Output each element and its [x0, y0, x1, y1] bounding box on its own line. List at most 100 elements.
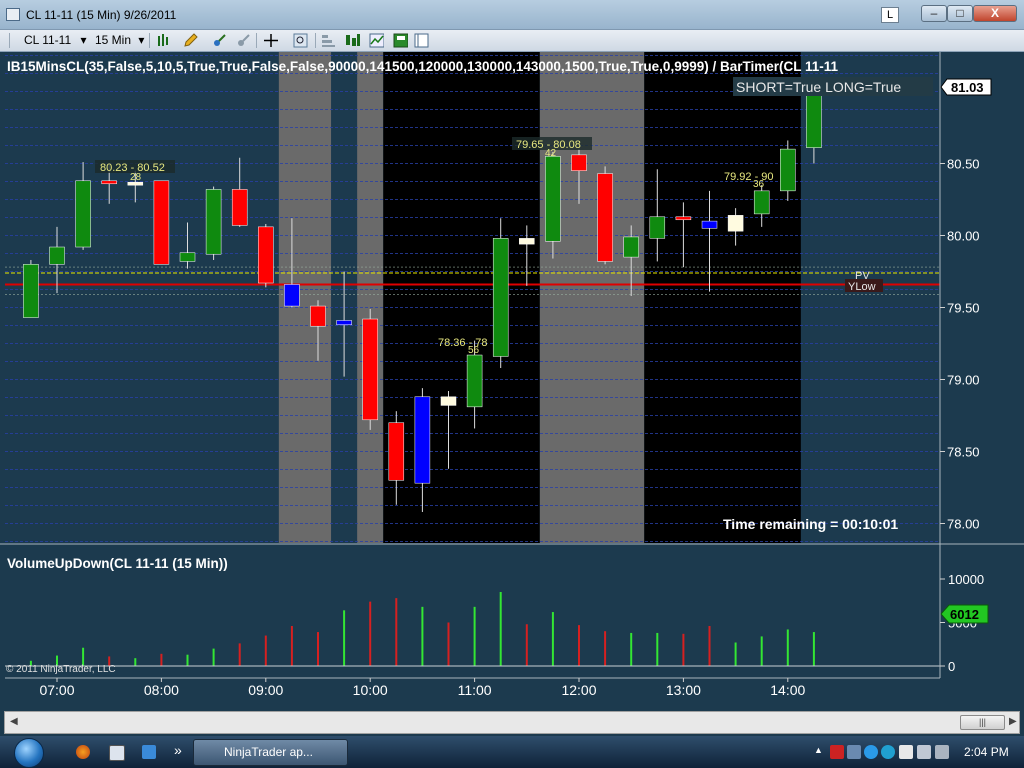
taskbar-app-label: NinjaTrader ap...	[224, 745, 313, 759]
maximize-button[interactable]: □	[947, 5, 973, 22]
chevron-down-icon: ▾	[138, 33, 145, 47]
volume-panel-title: VolumeUpDown(CL 11-11 (15 Min))	[7, 556, 228, 571]
strategy-icon[interactable]	[212, 33, 227, 48]
time-remaining: Time remaining = 00:10:01	[723, 516, 898, 532]
tray-network-icon[interactable]	[847, 745, 861, 759]
firefox-icon[interactable]	[76, 745, 90, 759]
annotation-count: 28	[130, 172, 142, 183]
minimize-button[interactable]: –	[921, 5, 947, 22]
candle-body	[466, 354, 483, 408]
quicklaunch-chevron[interactable]: »	[174, 742, 182, 758]
taskbar: » NinjaTrader ap... ▲ 2:04 PM	[0, 736, 1024, 768]
time-tick-label: 07:00	[39, 682, 74, 698]
candle-body	[179, 252, 196, 262]
price-tick-label: 79.50	[947, 301, 980, 316]
candle-body	[753, 190, 770, 215]
indicators-icon[interactable]	[345, 33, 360, 48]
taskbar-clock: 2:04 PM	[964, 745, 1009, 759]
chevron-down-icon: ▾	[80, 33, 87, 47]
candle-body	[101, 180, 117, 185]
link-l-button[interactable]: L	[881, 7, 899, 23]
scroll-right-icon[interactable]: ▶	[1009, 716, 1017, 727]
time-tick-label: 12:00	[561, 682, 596, 698]
candle-body	[727, 215, 744, 232]
data-series-icon[interactable]	[369, 33, 384, 48]
candle-body	[153, 180, 170, 265]
candle-body	[75, 180, 91, 248]
tray-display-icon[interactable]	[917, 745, 931, 759]
volume-tick-label: 0	[948, 659, 955, 674]
candle-body	[545, 156, 561, 242]
candle-body	[806, 86, 822, 148]
horizontal-scrollbar[interactable]: ◀ ||| ▶	[4, 711, 1020, 734]
price-tick-label: 80.00	[947, 229, 980, 244]
time-tick-label: 13:00	[666, 682, 701, 698]
toolbar-separator	[315, 33, 316, 48]
candle-body	[440, 396, 457, 406]
toolbar-separator	[256, 33, 257, 48]
tray-alert-icon[interactable]	[830, 745, 844, 759]
candle-body	[205, 189, 222, 255]
save-chart-icon[interactable]	[393, 33, 408, 48]
price-chart[interactable]: 78.0078.5079.0079.5080.0080.501000050000…	[0, 52, 1024, 710]
candle-body	[388, 422, 405, 481]
start-button[interactable]	[14, 738, 44, 768]
candle-body	[23, 264, 39, 318]
indicator-label: IB15MinsCL(35,False,5,10,5,True,True,Fal…	[7, 59, 839, 74]
explorer-icon[interactable]	[142, 745, 156, 759]
price-tick-label: 79.00	[947, 373, 980, 388]
candle-body	[362, 318, 378, 421]
candle-body	[258, 226, 274, 284]
time-tick-label: 11:00	[458, 682, 492, 698]
tray-expand-icon[interactable]: ▲	[814, 745, 823, 755]
taskbar-app-button[interactable]: NinjaTrader ap...	[193, 739, 348, 766]
scroll-left-icon[interactable]: ◀	[10, 716, 18, 727]
tray-volume-icon[interactable]	[935, 745, 949, 759]
annotation-count: 56	[468, 345, 480, 356]
signal-text: SHORT=True LONG=True	[736, 79, 901, 95]
candle-body	[231, 189, 248, 226]
data-box-icon[interactable]	[414, 33, 429, 48]
candle-body	[492, 238, 509, 357]
ylow-line-label: YLow	[848, 281, 876, 293]
tray-app-icon[interactable]	[864, 745, 878, 759]
time-tick-label: 09:00	[248, 682, 283, 698]
annotation-range: 79.92 - 90	[724, 171, 774, 183]
last-price-value: 81.03	[951, 80, 984, 95]
candle-body	[284, 284, 300, 307]
time-tick-label: 14:00	[770, 682, 805, 698]
properties-icon[interactable]	[321, 33, 336, 48]
price-tick-label: 78.50	[947, 445, 980, 460]
close-button[interactable]: X	[973, 5, 1017, 22]
price-tick-label: 78.00	[947, 517, 980, 532]
instrument-label: CL 11-11	[24, 33, 72, 47]
time-tick-label: 10:00	[353, 682, 388, 698]
window-titlebar: CL 11-11 (15 Min) 9/26/2011 L – □ X	[0, 0, 1024, 30]
candle-body	[519, 238, 535, 245]
candle-body	[571, 154, 587, 171]
zoom-icon[interactable]	[293, 33, 308, 48]
instrument-selector[interactable]: CL 11-11 ▾	[24, 33, 87, 48]
desktop-icon[interactable]	[109, 745, 125, 761]
chart-area[interactable]: 78.0078.5079.0079.5080.0080.501000050000…	[0, 52, 1024, 710]
candle-body	[336, 320, 352, 326]
candle-body	[701, 220, 718, 229]
annotation-count: 42	[545, 148, 557, 159]
link-icon[interactable]	[236, 33, 251, 48]
candle-body	[414, 396, 431, 484]
interval-label: 15 Min	[95, 33, 132, 47]
crosshair-icon[interactable]	[263, 33, 278, 48]
toolbar-grip	[9, 33, 10, 48]
copyright-text: © 2011 NinjaTrader, LLC	[6, 664, 116, 675]
interval-selector[interactable]: 15 Min ▾	[95, 33, 144, 48]
scroll-thumb[interactable]: |||	[960, 715, 1005, 730]
bar-style-icon[interactable]	[156, 33, 171, 48]
tray-sync-icon[interactable]	[881, 745, 895, 759]
annotation-range: 78.36 - 78	[438, 337, 488, 349]
window-title: CL 11-11 (15 Min) 9/26/2011	[26, 8, 177, 22]
chart-toolbar: CL 11-11 ▾ 15 Min ▾	[0, 30, 1024, 52]
price-tick-label: 80.50	[947, 157, 980, 172]
pencil-icon[interactable]	[183, 33, 198, 48]
tray-security-icon[interactable]	[899, 745, 913, 759]
candle-body	[597, 173, 613, 262]
